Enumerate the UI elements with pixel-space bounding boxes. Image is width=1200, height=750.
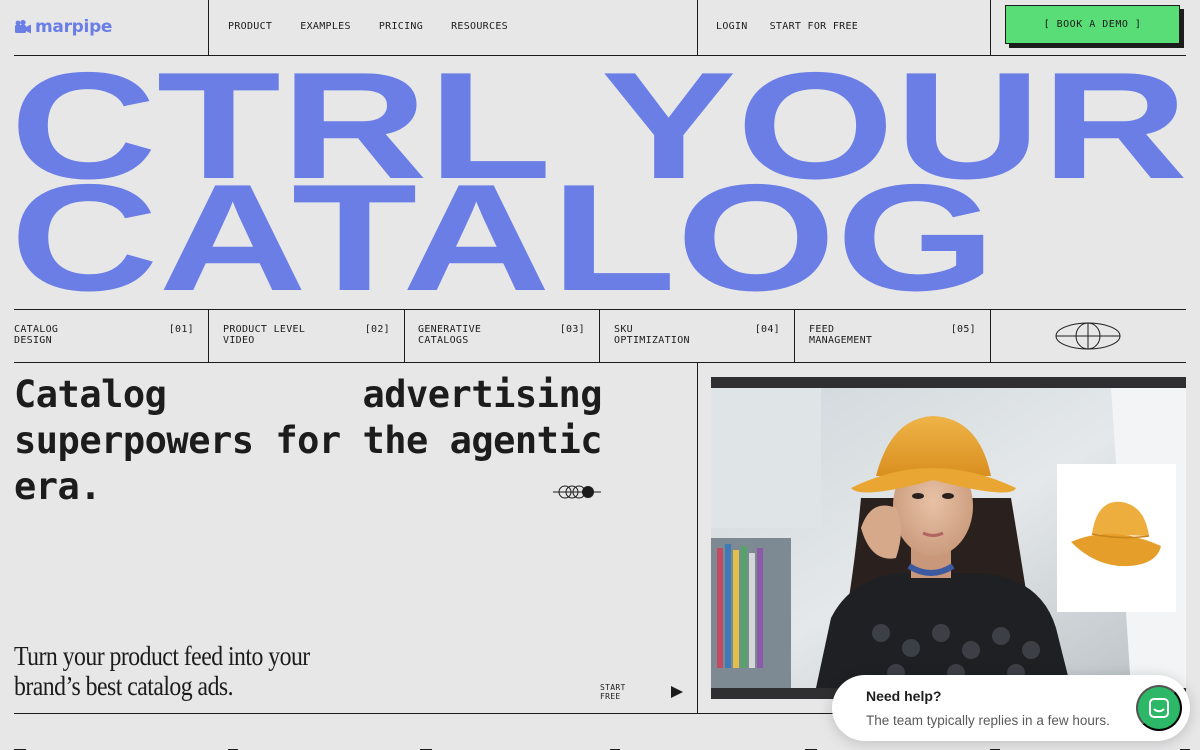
nav-product[interactable]: PRODUCT (228, 21, 272, 32)
next-section-peek (0, 738, 1200, 750)
marpipe-logo-icon (15, 19, 31, 34)
nav-rule (14, 55, 1186, 56)
primary-nav: PRODUCT EXAMPLES PRICING RESOURCES (228, 21, 508, 32)
category-catalog-design[interactable]: CATALOG DESIGN [01] (14, 309, 208, 363)
chat-subtitle: The team typically replies in a few hour… (866, 713, 1110, 728)
loops-icon (553, 485, 601, 499)
category-label: SKU OPTIMIZATION (614, 324, 690, 346)
category-number: [04] (754, 324, 780, 335)
globe-icon (1055, 322, 1121, 350)
category-label: FEED MANAGEMENT (809, 324, 873, 346)
tagline-heading: Catalog advertising superpowers for the … (14, 373, 603, 508)
start-free-cta[interactable]: START FREE (600, 683, 684, 701)
top-nav: marpipe PRODUCT EXAMPLES PRICING RESOURC… (0, 0, 1200, 56)
category-divider (990, 309, 991, 363)
category-number: [03] (559, 324, 585, 335)
subheading-text: Turn your product feed into your brand’s… (14, 641, 310, 701)
login-link[interactable]: LOGIN (716, 21, 748, 32)
start-for-free-link[interactable]: START FOR FREE (770, 21, 859, 32)
category-label: CATALOG DESIGN (14, 324, 59, 346)
category-label: GENERATIVE CATALOGS (418, 324, 482, 346)
category-number: [01] (168, 324, 194, 335)
category-label: PRODUCT LEVEL VIDEO (223, 324, 306, 346)
feature-category-row: CATALOG DESIGN [01] PRODUCT LEVEL VIDEO … (0, 309, 1200, 363)
category-divider (599, 309, 600, 363)
bucket-hat-product-image (1071, 501, 1161, 567)
nav-divider (208, 0, 209, 56)
row-rule (14, 362, 1186, 363)
category-product-level-video[interactable]: PRODUCT LEVEL VIDEO [02] (223, 309, 404, 363)
category-divider (208, 309, 209, 363)
brand-logo[interactable]: marpipe (14, 15, 112, 39)
category-number: [05] (950, 324, 976, 335)
nav-divider (697, 0, 698, 56)
category-number: [02] (364, 324, 390, 335)
category-sku-optimization[interactable]: SKU OPTIMIZATION [04] (614, 309, 794, 363)
book-demo-button[interactable]: [ BOOK A DEMO ] (1005, 5, 1180, 44)
nav-divider (990, 0, 991, 56)
headline-line-2: CATALOG (10, 153, 996, 305)
product-card[interactable] (1057, 464, 1176, 612)
nav-examples[interactable]: EXAMPLES (300, 21, 351, 32)
headline-svg: CTRL YOUR CATALOG (10, 60, 1188, 305)
nav-resources[interactable]: RESOURCES (451, 21, 508, 32)
open-chat-button[interactable] (1136, 685, 1182, 731)
nav-pricing[interactable]: PRICING (379, 21, 423, 32)
play-icon (671, 686, 683, 698)
content-divider (697, 363, 698, 714)
category-generative-catalogs[interactable]: GENERATIVE CATALOGS [03] (418, 309, 599, 363)
account-nav: LOGIN START FOR FREE (716, 21, 858, 32)
start-free-label: START FREE (600, 683, 626, 701)
chat-icon (1149, 698, 1169, 718)
chat-title: Need help? (866, 688, 942, 704)
category-divider (794, 309, 795, 363)
hero-headline: CTRL YOUR CATALOG (0, 60, 1200, 305)
category-feed-management[interactable]: FEED MANAGEMENT [05] (809, 309, 990, 363)
brand-name: marpipe (35, 17, 113, 37)
category-divider (404, 309, 405, 363)
